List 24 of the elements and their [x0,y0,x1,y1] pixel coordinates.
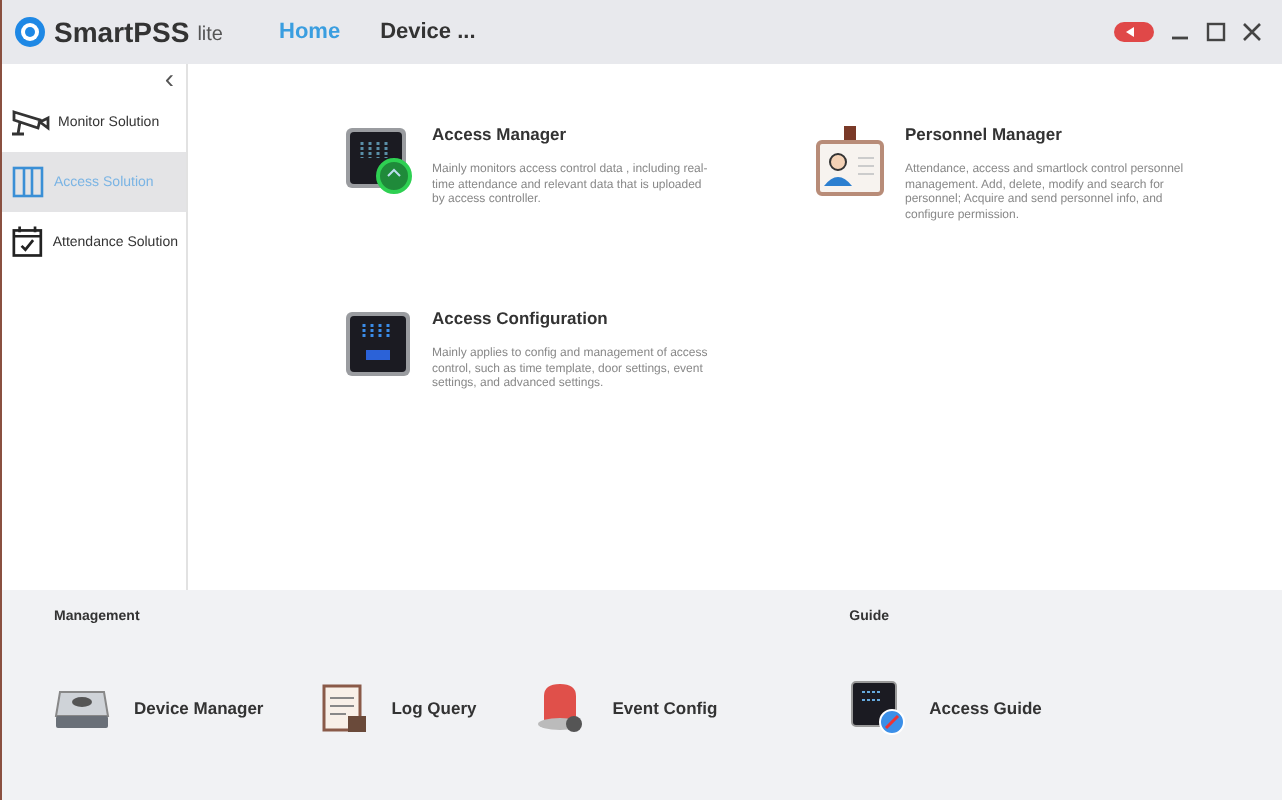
record-button-icon[interactable] [1114,22,1154,42]
shortcut-label[interactable]: Access Guide [929,698,1042,718]
camera-icon [10,106,50,138]
app-edition: lite [197,24,223,46]
module-title[interactable]: Access Manager [432,112,712,144]
notepad-icon [319,682,368,734]
module-title[interactable]: Personnel Manager [905,112,1185,144]
shortcut-label[interactable]: Device Manager [134,698,264,718]
app-name: SmartPSS [54,16,190,48]
calendar-icon [10,224,45,260]
terminal-compass-icon [849,680,906,736]
module-title[interactable]: Access Configuration [432,296,712,328]
keypad-terminal-icon [344,310,412,378]
nav-tab[interactable]: Device ... [368,16,488,48]
close-icon[interactable] [1242,22,1262,42]
shortcut-label[interactable]: Log Query [391,698,477,718]
access-terminal-icon [344,126,412,194]
maximize-icon[interactable] [1206,22,1226,42]
door-icon [10,164,46,200]
shortcut-label[interactable]: Event Config [612,698,718,718]
id-badge-icon [813,126,885,198]
hard-drive-icon [54,686,110,730]
collapse-button[interactable]: ‹ [152,64,186,92]
app-logo-icon [14,16,46,48]
